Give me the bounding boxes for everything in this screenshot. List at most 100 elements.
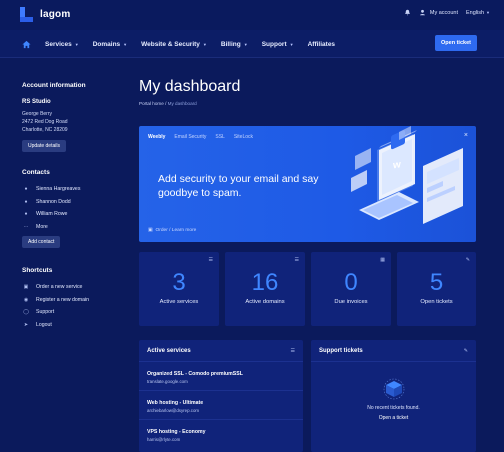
- contact-item[interactable]: ● Shannon Dodd: [22, 196, 122, 209]
- banner-tab-email-security[interactable]: Email Security: [174, 134, 206, 140]
- contact-item[interactable]: ● William Rowe: [22, 208, 122, 221]
- banner-order-link[interactable]: ▣ Order / Learn more: [148, 228, 196, 233]
- address-line: 2472 Red Dog Road: [22, 119, 68, 125]
- nav-services[interactable]: Services ▼: [45, 41, 79, 48]
- panel-title: Support tickets: [319, 347, 363, 354]
- nav-support-label: Support: [261, 40, 287, 48]
- language-selector[interactable]: English ▼: [466, 10, 490, 16]
- shortcut-order-service[interactable]: ▣ Order a new service: [22, 281, 122, 294]
- shortcuts-heading: Shortcuts: [22, 267, 53, 274]
- breadcrumb-current: My dashboard: [167, 101, 197, 106]
- empty-box-icon: [383, 378, 404, 400]
- shortcut-support[interactable]: ◯ Support: [22, 306, 122, 319]
- add-contact-button[interactable]: Add contact: [22, 236, 61, 248]
- chevron-down-icon: ▼: [202, 41, 207, 47]
- breadcrumb: Portal home / My dashboard: [139, 101, 197, 106]
- banner-tab-sitelock[interactable]: SiteLock: [234, 134, 253, 140]
- top-bar: lagom My account English ▼: [0, 0, 504, 30]
- page-title: My dashboard: [139, 78, 241, 95]
- ticket-icon: ✎: [465, 257, 470, 263]
- contact-label: Shannon Dodd: [36, 198, 71, 205]
- sidebar: Account information RS Studio George Ber…: [22, 82, 122, 331]
- shortcut-label: Order a new service: [36, 284, 83, 291]
- cart-icon: ▣: [23, 284, 29, 291]
- nav-billing-label: Billing: [220, 40, 241, 48]
- home-icon[interactable]: [22, 40, 31, 49]
- chevron-down-icon: ▼: [486, 10, 490, 15]
- contact-label: Sienna Hargreaves: [36, 186, 81, 193]
- shortcut-register-domain[interactable]: ◉ Register a new domain: [22, 294, 122, 307]
- logo[interactable]: lagom: [20, 7, 70, 22]
- shortcut-logout[interactable]: ➤ Logout: [22, 319, 122, 332]
- account-info-heading: Account information: [22, 82, 86, 89]
- logout-icon: ➤: [23, 321, 29, 328]
- banner-tab-weebly[interactable]: Weebly: [148, 134, 165, 140]
- nav-website-security-label: Website & Security: [141, 40, 200, 48]
- nav-support[interactable]: Support ▼: [262, 41, 294, 48]
- service-domain: translate.google.com: [147, 379, 188, 384]
- contacts-list: ● Sienna Hargreaves ● Shannon Dodd ● Willia…: [22, 183, 122, 233]
- service-row[interactable]: VPS hosting - Economy harris@rlyte.com: [139, 420, 303, 449]
- open-ticket-button[interactable]: Open ticket: [435, 35, 477, 51]
- open-ticket-link[interactable]: Open a ticket: [311, 415, 476, 421]
- shortcut-label: Register a new domain: [36, 296, 90, 303]
- nav-affiliates[interactable]: Affiliates: [308, 41, 335, 48]
- more-dots-icon: ···: [23, 223, 29, 230]
- chevron-down-icon: ▼: [243, 41, 248, 47]
- nav-billing[interactable]: Billing ▼: [221, 41, 248, 48]
- globe-icon: ◉: [23, 296, 29, 303]
- breadcrumb-home[interactable]: Portal home: [139, 101, 164, 106]
- banner-tabs: Weebly Email Security SSL SiteLock: [148, 134, 253, 140]
- nav-domains-label: Domains: [92, 40, 121, 48]
- address-line: George Berry: [22, 111, 53, 117]
- panel-title: Active services: [147, 347, 191, 354]
- banner-headline: Add security to your email and say goodb…: [158, 173, 319, 199]
- nav-services-label: Services: [45, 40, 72, 48]
- top-right-menu: My account English ▼: [404, 9, 490, 16]
- stat-active-services[interactable]: ☰ 3 Active services: [139, 252, 219, 326]
- contacts-more-label: More: [36, 223, 48, 230]
- stat-active-domains[interactable]: ☰ 16 Active domains: [225, 252, 305, 326]
- list-icon[interactable]: ☰: [291, 348, 295, 354]
- banner-tab-ssl[interactable]: SSL: [215, 134, 224, 140]
- empty-message: No recent tickets found.: [367, 405, 420, 411]
- my-account-link[interactable]: My account: [419, 9, 458, 16]
- breadcrumb-separator: /: [165, 101, 167, 106]
- shortcuts-list: ▣ Order a new service ◉ Register a new dom…: [22, 281, 122, 331]
- stat-label: Due invoices: [334, 299, 368, 305]
- promo-banner: Weebly Email Security SSL SiteLock × Add…: [139, 126, 476, 242]
- chevron-down-icon: ▼: [74, 41, 79, 47]
- panel-header: Active services ☰: [139, 340, 303, 362]
- company-name: RS Studio: [22, 99, 51, 105]
- contacts-more[interactable]: ··· More: [22, 221, 122, 234]
- stat-open-tickets[interactable]: ✎ 5 Open tickets: [397, 252, 476, 326]
- address-block: George Berry 2472 Red Dog Road Charlotte…: [22, 110, 122, 134]
- shortcut-label: Support: [36, 309, 55, 316]
- stat-value: 16: [251, 269, 279, 296]
- service-row[interactable]: Organized SSL - Comodo premiumSSL transl…: [139, 362, 303, 391]
- stat-due-invoices[interactable]: ▦ 0 Due invoices: [311, 252, 391, 326]
- contacts-heading: Contacts: [22, 169, 50, 176]
- panel-header: Support tickets ✎: [311, 340, 476, 362]
- banner-link-label: Order / Learn more: [155, 228, 197, 233]
- service-name: Organized SSL - Comodo premiumSSL: [147, 371, 243, 377]
- ticket-icon[interactable]: ✎: [464, 348, 468, 354]
- list-icon: ☰: [294, 257, 299, 263]
- address-line: Charlotte, NC 28209: [22, 127, 68, 133]
- user-icon: ●: [24, 198, 28, 205]
- nav-domains[interactable]: Domains ▼: [93, 41, 127, 48]
- weebly-illustration: w: [351, 126, 463, 224]
- service-row[interactable]: Web hosting - Ultimate archiebarlow@dsyr…: [139, 391, 303, 420]
- bell-icon[interactable]: [404, 9, 411, 16]
- active-services-panel: Active services ☰ Organized SSL - Comodo…: [139, 340, 303, 452]
- contact-item[interactable]: ● Sienna Hargreaves: [22, 183, 122, 196]
- nav-website-security[interactable]: Website & Security ▼: [141, 41, 207, 48]
- shortcut-label: Logout: [36, 321, 52, 328]
- user-icon: ●: [24, 211, 28, 218]
- stat-label: Open tickets: [420, 299, 453, 305]
- support-icon: ◯: [23, 309, 29, 316]
- language-label: English: [465, 9, 485, 16]
- update-details-button[interactable]: Update details: [22, 140, 66, 152]
- stat-value: 3: [172, 269, 186, 296]
- logo-mark-icon: [20, 7, 33, 22]
